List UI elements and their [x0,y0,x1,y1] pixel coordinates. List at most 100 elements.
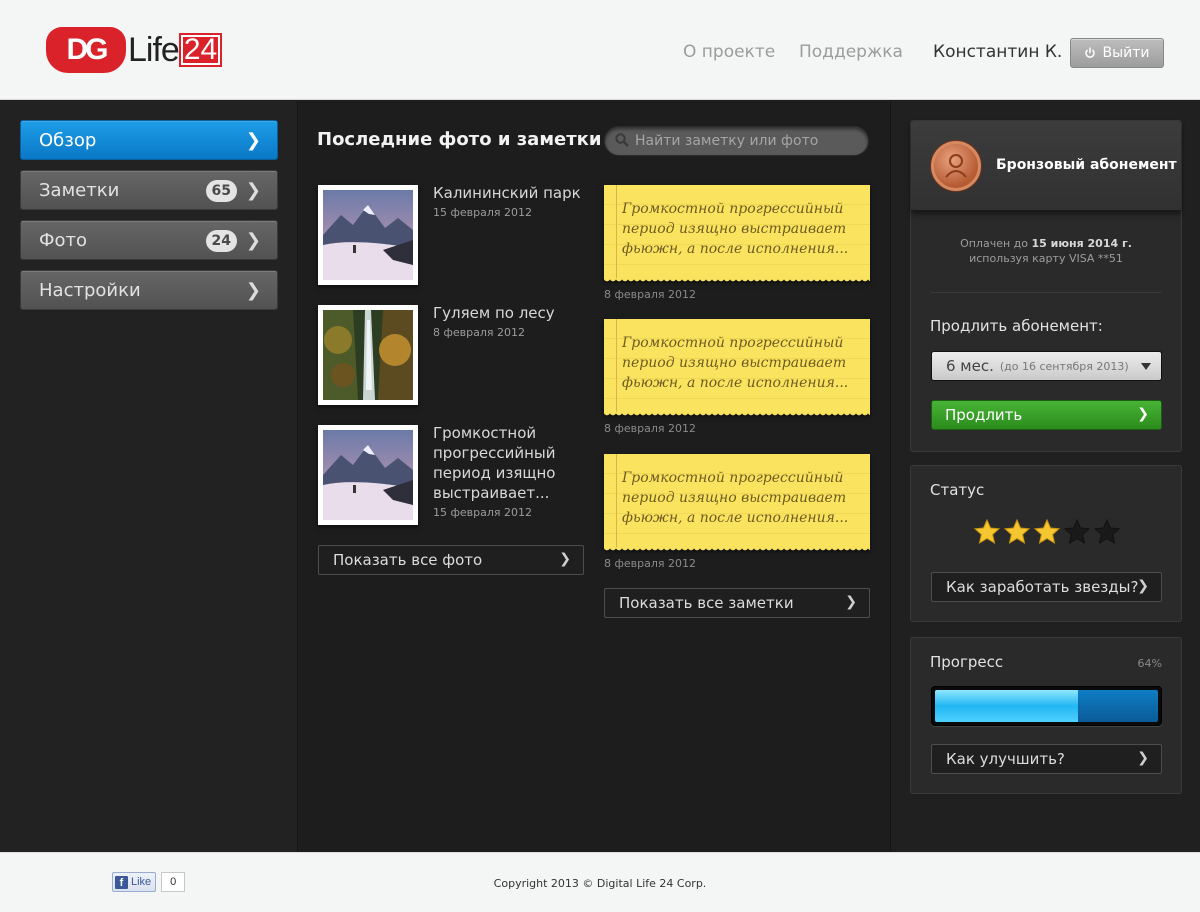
photo-thumbnail[interactable] [318,185,418,285]
sidebar-item-label: Фото [39,229,88,251]
progress-bar [931,686,1162,726]
divider [931,292,1161,293]
photo-date: 8 февраля 2012 [433,326,526,339]
star-empty-icon [1093,518,1121,545]
note-text: Громкостной прогрессийный период изящно … [622,470,849,526]
search-input[interactable]: Найти заметку или фото [604,126,869,156]
note-card[interactable]: Громкостной прогрессийный период изящно … [604,185,870,284]
main-content: Последние фото и заметки Найти заметку и… [299,101,889,852]
photo-date: 15 февраля 2012 [433,506,533,519]
nav-about-link[interactable]: О проекте [683,42,775,62]
photo-title[interactable]: Калининский парк [433,183,583,203]
star-filled-icon [1033,518,1061,545]
note-date: 8 февраля 2012 [604,422,697,435]
count-badge: 24 [205,230,237,252]
page-title: Последние фото и заметки [317,129,602,150]
note-text: Громкостной прогрессийный период изящно … [622,201,849,257]
header: DG Life 24 О проекте Поддержка Константи… [0,0,1200,100]
copyright: Copyright 2013 © Digital Life 24 Corp. [493,877,707,890]
extend-button[interactable]: Продлить ❯ [931,400,1162,430]
improve-button[interactable]: Как улучшить? ❯ [931,744,1162,774]
sidebar-item-label: Обзор [39,129,97,151]
logo-life-text: Life [128,30,180,69]
search-placeholder: Найти заметку или фото [635,133,819,149]
photo-info: Калининский парк 15 февраля 2012 [433,183,583,220]
count-badge: 65 [205,180,237,202]
mountain-snow-image [323,190,413,280]
earn-stars-button[interactable]: Как заработать звезды? ❯ [931,572,1162,602]
period-select[interactable]: 6 мес. (до 16 сентября 2013) [931,351,1162,381]
sidebar-item-overview[interactable]: Обзор ❯ [20,120,278,160]
photo-thumbnail[interactable] [318,425,418,525]
progress-percent: 64% [1137,657,1162,670]
status-label: Статус [930,481,985,499]
subscription-card: Бронзовый абонемент Оплачен до 15 июня 2… [910,120,1182,452]
logout-label: Выйти [1102,45,1150,61]
photo-info: Гуляем по лесу 8 февраля 2012 [433,303,583,340]
power-icon [1085,47,1096,58]
logo-dg-text: DG [66,33,109,66]
bronze-medal-icon [931,141,981,191]
chevron-right-icon: ❯ [559,551,571,567]
sidebar-item-label: Настройки [39,279,141,301]
mountain-snow-image [323,430,413,520]
button-label: Как улучшить? [946,750,1065,768]
period-value: 6 мес. [946,357,994,375]
star-empty-icon [1063,518,1091,545]
star-filled-icon [973,518,1001,545]
sidebar-item-label: Заметки [39,179,120,201]
photo-thumbnail[interactable] [318,305,418,405]
footer: f Like 0 Copyright 2013 © Digital Life 2… [0,852,1200,912]
note-date: 8 февраля 2012 [604,288,697,301]
note-date: 8 февраля 2012 [604,557,697,570]
note-text: Громкостной прогрессийный период изящно … [622,335,849,391]
show-all-photos-button[interactable]: Показать все фото ❯ [318,545,584,575]
status-card: Статус Как заработать звезды? ❯ [910,465,1182,622]
right-panel: Бронзовый абонемент Оплачен до 15 июня 2… [890,101,1200,852]
forest-waterfall-image [323,310,413,400]
sidebar-item-photos[interactable]: Фото 24 ❯ [20,220,278,260]
show-all-notes-button[interactable]: Показать все заметки ❯ [604,588,870,618]
note-card[interactable]: Громкостной прогрессийный период изящно … [604,319,870,418]
photo-date: 15 февраля 2012 [433,206,533,219]
photo-item[interactable]: Калининский парк 15 февраля 2012 [318,183,588,285]
payment-info: Оплачен до 15 июня 2014 г. используя кар… [911,236,1181,266]
chevron-right-icon: ❯ [245,180,261,201]
photo-title[interactable]: Громкостной прогрессийный период изящно … [433,423,583,503]
chevron-right-icon: ❯ [245,130,261,151]
chevron-right-icon: ❯ [1137,578,1149,594]
photo-item[interactable]: Гуляем по лесу 8 февраля 2012 [318,303,588,405]
photo-info: Громкостной прогрессийный период изящно … [433,423,583,520]
user-name[interactable]: Константин К. [933,42,1062,62]
button-label: Показать все заметки [619,594,794,612]
logo[interactable]: DG Life 24 [46,26,223,74]
period-note: (до 16 сентября 2013) [999,359,1129,373]
progress-fill [935,690,1078,722]
sidebar-item-notes[interactable]: Заметки 65 ❯ [20,170,278,210]
photo-item[interactable]: Громкостной прогрессийный период изящно … [318,423,588,525]
nav-support-link[interactable]: Поддержка [799,42,903,62]
photo-title[interactable]: Гуляем по лесу [433,303,583,323]
paid-prefix: Оплачен до [960,237,1028,250]
chevron-right-icon: ❯ [245,280,261,301]
subscription-header: Бронзовый абонемент [911,121,1181,211]
note-card[interactable]: Громкостной прогрессийный период изящно … [604,454,870,553]
star-rating [973,518,1121,546]
sidebar: Обзор ❯ Заметки 65 ❯ Фото 24 ❯ Настройки… [0,101,298,852]
progress-card: Прогресс 64% Как улучшить? ❯ [910,637,1182,794]
subscription-title: Бронзовый абонемент [996,157,1177,173]
card-info: используя карту VISA **51 [969,252,1123,265]
extend-label: Продлить абонемент: [930,317,1103,335]
search-icon [615,133,629,147]
dropdown-arrow-icon [1141,363,1151,370]
button-label: Продлить [945,406,1023,424]
chevron-right-icon: ❯ [1137,406,1149,422]
progress-track [935,690,1158,722]
chevron-right-icon: ❯ [245,230,261,251]
button-label: Показать все фото [333,551,483,569]
star-filled-icon [1003,518,1031,545]
logo-number-text: 24 [178,33,223,67]
logout-button[interactable]: Выйти [1070,38,1164,68]
sidebar-item-settings[interactable]: Настройки ❯ [20,270,278,310]
chevron-right-icon: ❯ [845,594,857,610]
